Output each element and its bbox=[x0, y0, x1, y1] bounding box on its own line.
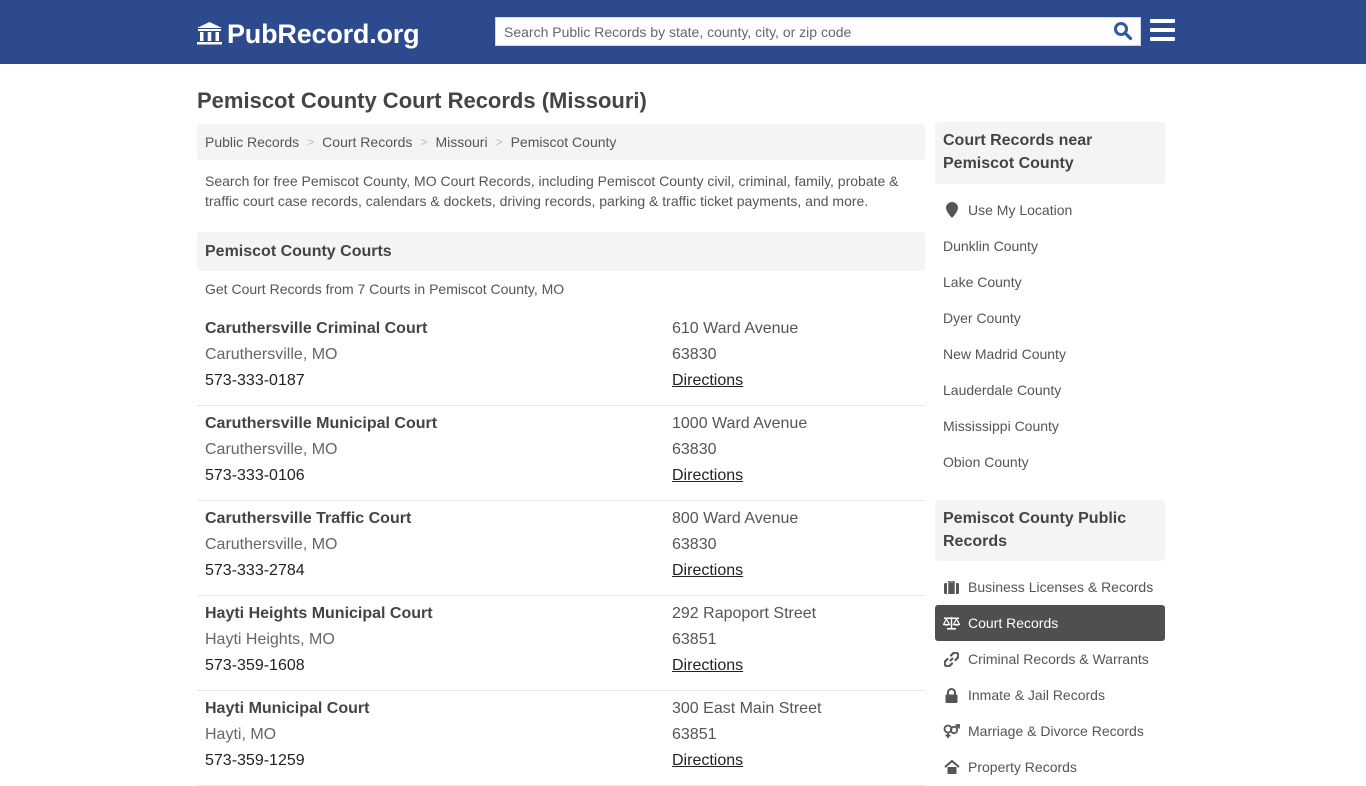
public-records-list: Business Licenses & Records Court Record… bbox=[935, 569, 1165, 785]
site-logo[interactable]: PubRecord.org bbox=[196, 17, 420, 51]
court-item: Caruthersville Municipal Court Caruthers… bbox=[197, 406, 925, 501]
court-name[interactable]: Hayti Heights Municipal Court bbox=[205, 605, 433, 623]
top-navbar: PubRecord.org bbox=[0, 0, 1366, 64]
sidebar-item-label: Criminal Records & Warrants bbox=[968, 651, 1149, 667]
sidebar-item-court-records[interactable]: Court Records bbox=[935, 605, 1165, 641]
court-zip: 63830 bbox=[672, 441, 717, 458]
sidebar-item-label: Inmate & Jail Records bbox=[968, 687, 1105, 703]
briefcase-icon bbox=[943, 579, 960, 595]
sidebar-item-property-records[interactable]: Property Records bbox=[935, 749, 1165, 785]
court-city: Caruthersville, MO bbox=[205, 441, 338, 458]
nearby-county-link[interactable]: Dunklin County bbox=[935, 228, 1165, 264]
public-records-heading: Pemiscot County Public Records bbox=[935, 500, 1165, 561]
directions-link[interactable]: Directions bbox=[672, 562, 743, 580]
sidebar-item-label: Property Records bbox=[968, 759, 1077, 775]
nearby-county-link[interactable]: Obion County bbox=[935, 444, 1165, 480]
page-title: Pemiscot County Court Records (Missouri) bbox=[197, 88, 647, 113]
nearby-county-link[interactable]: New Madrid County bbox=[935, 336, 1165, 372]
court-phone[interactable]: 573-359-1608 bbox=[205, 657, 305, 675]
court-address: 1000 Ward Avenue bbox=[672, 415, 808, 432]
court-list: Caruthersville Criminal Court Caruthersv… bbox=[197, 311, 925, 786]
courts-section-heading: Pemiscot County Courts bbox=[197, 232, 925, 271]
breadcrumb-separator: > bbox=[495, 135, 503, 149]
breadcrumb-court-records[interactable]: Court Records bbox=[322, 134, 412, 150]
breadcrumb-missouri[interactable]: Missouri bbox=[435, 134, 487, 150]
search-input[interactable] bbox=[496, 18, 1106, 45]
court-city: Caruthersville, MO bbox=[205, 536, 338, 553]
sidebar-item-label: Court Records bbox=[968, 615, 1059, 631]
gender-rings-icon bbox=[943, 723, 960, 739]
breadcrumb-separator: > bbox=[307, 135, 315, 149]
nearby-county-link[interactable]: Dyer County bbox=[935, 300, 1165, 336]
court-address: 610 Ward Avenue bbox=[672, 320, 799, 337]
court-item: Hayti Heights Municipal Court Hayti Heig… bbox=[197, 596, 925, 691]
nearby-county-link[interactable]: Lake County bbox=[935, 264, 1165, 300]
court-phone[interactable]: 573-333-0187 bbox=[205, 372, 305, 390]
court-name[interactable]: Caruthersville Municipal Court bbox=[205, 415, 437, 433]
sidebar-item-business-licenses[interactable]: Business Licenses & Records bbox=[935, 569, 1165, 605]
sidebar-item-marriage-divorce[interactable]: Marriage & Divorce Records bbox=[935, 713, 1165, 749]
court-phone[interactable]: 573-359-1259 bbox=[205, 752, 305, 770]
courts-count-text: Get Court Records from 7 Courts in Pemis… bbox=[205, 281, 565, 297]
court-zip: 63851 bbox=[672, 631, 717, 648]
court-name[interactable]: Caruthersville Traffic Court bbox=[205, 510, 411, 528]
link-icon bbox=[943, 651, 960, 667]
breadcrumb-pemiscot-county[interactable]: Pemiscot County bbox=[511, 134, 617, 150]
directions-link[interactable]: Directions bbox=[672, 372, 743, 390]
breadcrumb-public-records[interactable]: Public Records bbox=[205, 134, 299, 150]
directions-link[interactable]: Directions bbox=[672, 467, 743, 485]
breadcrumb-separator: > bbox=[420, 135, 428, 149]
court-address: 300 East Main Street bbox=[672, 700, 822, 717]
court-phone[interactable]: 573-333-2784 bbox=[205, 562, 305, 580]
court-city: Hayti Heights, MO bbox=[205, 631, 335, 648]
court-city: Caruthersville, MO bbox=[205, 346, 338, 363]
nearby-county-link[interactable]: Mississippi County bbox=[935, 408, 1165, 444]
logo-text: PubRecord.org bbox=[227, 19, 420, 49]
court-zip: 63851 bbox=[672, 726, 717, 743]
court-address: 800 Ward Avenue bbox=[672, 510, 799, 527]
search-button[interactable] bbox=[1110, 20, 1136, 44]
court-zip: 63830 bbox=[672, 536, 717, 553]
directions-link[interactable]: Directions bbox=[672, 752, 743, 770]
use-my-location-button[interactable]: Use My Location bbox=[935, 192, 1165, 228]
court-city: Hayti, MO bbox=[205, 726, 277, 743]
directions-link[interactable]: Directions bbox=[672, 657, 743, 675]
lock-icon bbox=[943, 687, 960, 703]
nearby-heading: Court Records near Pemiscot County bbox=[935, 122, 1165, 184]
sidebar-item-criminal-records[interactable]: Criminal Records & Warrants bbox=[935, 641, 1165, 677]
balance-scale-icon bbox=[943, 615, 960, 631]
nearby-county-link[interactable]: Lauderdale County bbox=[935, 372, 1165, 408]
sidebar-item-inmate-records[interactable]: Inmate & Jail Records bbox=[935, 677, 1165, 713]
court-name[interactable]: Caruthersville Criminal Court bbox=[205, 320, 427, 338]
court-phone[interactable]: 573-333-0106 bbox=[205, 467, 305, 485]
court-zip: 63830 bbox=[672, 346, 717, 363]
court-name[interactable]: Hayti Municipal Court bbox=[205, 700, 369, 718]
search-icon bbox=[1114, 21, 1133, 40]
hamburger-menu-icon[interactable] bbox=[1150, 19, 1176, 43]
court-item: Caruthersville Traffic Court Caruthersvi… bbox=[197, 501, 925, 596]
sidebar-item-label: Marriage & Divorce Records bbox=[968, 723, 1144, 739]
search-box bbox=[495, 17, 1141, 46]
breadcrumb: Public Records > Court Records > Missour… bbox=[197, 124, 925, 160]
nearby-county-list: Use My Location Dunklin County Lake Coun… bbox=[935, 192, 1165, 480]
use-my-location-label: Use My Location bbox=[968, 202, 1073, 218]
home-icon bbox=[943, 759, 960, 775]
court-address: 292 Rapoport Street bbox=[672, 605, 817, 622]
court-item: Caruthersville Criminal Court Caruthersv… bbox=[197, 311, 925, 406]
sidebar-item-label: Business Licenses & Records bbox=[968, 579, 1154, 595]
map-marker-icon bbox=[943, 202, 960, 218]
court-item: Hayti Municipal Court Hayti, MO 573-359-… bbox=[197, 691, 925, 786]
intro-text: Search for free Pemiscot County, MO Cour… bbox=[205, 173, 899, 209]
courthouse-icon bbox=[197, 22, 222, 45]
